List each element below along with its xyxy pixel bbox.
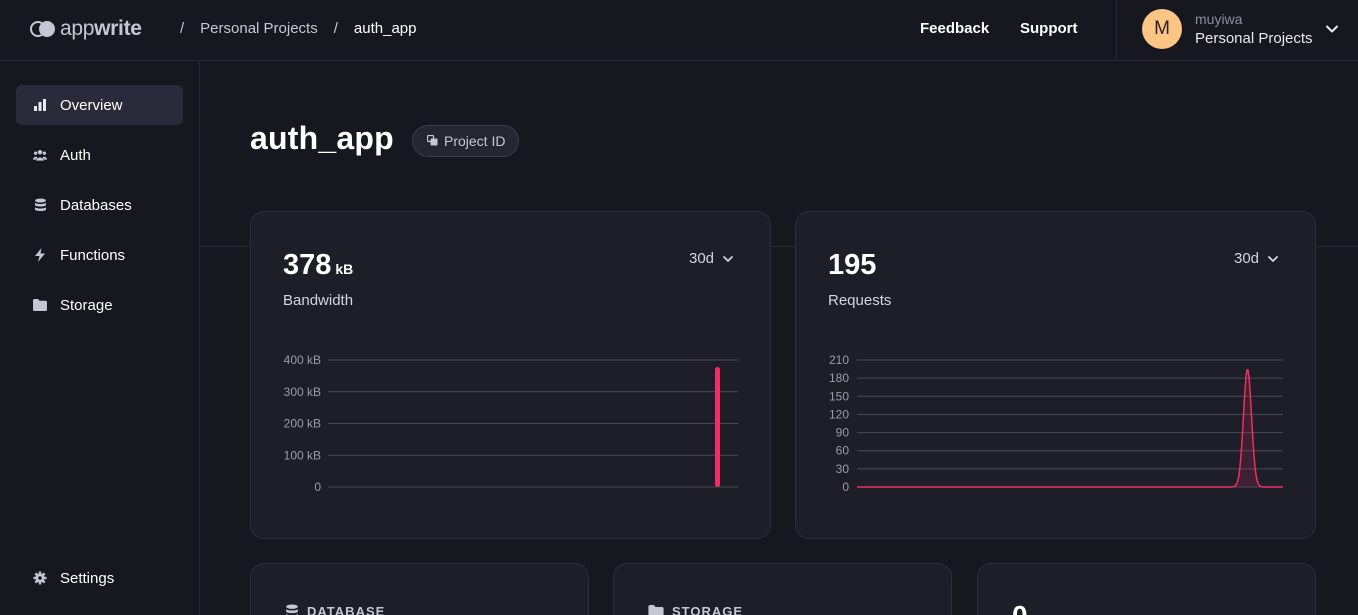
bandwidth-chart: 400 kB 300 kB 200 kB 100 kB 0 <box>284 353 738 494</box>
card-title-text: STORAGE <box>672 604 744 615</box>
metric-value: 0 <box>1012 600 1028 615</box>
database-card-title: DATABASE <box>285 604 385 615</box>
sidebar-item-label: Databases <box>60 196 132 214</box>
database-icon <box>33 198 47 212</box>
metric-card[interactable]: 0 <box>977 563 1316 615</box>
card-title-text: DATABASE <box>307 604 386 615</box>
folder-icon <box>648 605 664 615</box>
y-tick-label: 200 kB <box>284 417 321 431</box>
folder-icon <box>33 298 47 312</box>
sidebar-item-label: Auth <box>60 146 91 164</box>
user-organization: Personal Projects <box>1195 30 1313 47</box>
chevron-down-icon[interactable] <box>1325 22 1339 41</box>
breadcrumb-project[interactable]: auth_app <box>354 20 417 37</box>
y-tick-label: 90 <box>836 426 850 440</box>
y-tick-label: 300 kB <box>284 385 321 399</box>
sidebar-item-storage[interactable]: Storage <box>16 285 183 325</box>
sidebar-item-settings[interactable]: Settings <box>16 558 183 598</box>
y-tick-label: 30 <box>836 462 850 476</box>
project-id-label: Project ID <box>444 133 506 149</box>
breadcrumb: / Personal Projects / auth_app <box>180 20 416 37</box>
sidebar-item-functions[interactable]: Functions <box>16 235 183 275</box>
feedback-link[interactable]: Feedback <box>920 20 989 37</box>
sidebar-item-auth[interactable]: Auth <box>16 135 183 175</box>
sidebar-item-databases[interactable]: Databases <box>16 185 183 225</box>
support-link[interactable]: Support <box>1020 20 1078 37</box>
y-tick-label: 150 <box>829 389 849 403</box>
requests-card: 195 Requests 30d 210 180 150 120 90 60 30 0 <box>795 211 1316 539</box>
appwrite-logo[interactable]: appwrite <box>30 17 142 41</box>
breadcrumb-separator: / <box>333 20 338 37</box>
top-header: appwrite / Personal Projects / auth_app … <box>0 0 1358 61</box>
lightning-icon <box>33 248 47 262</box>
appwrite-logo-icon <box>30 20 56 38</box>
y-tick-label: 100 kB <box>284 448 321 462</box>
storage-card[interactable]: STORAGE <box>613 563 952 615</box>
users-icon <box>33 148 47 162</box>
user-name: muyiwa <box>1195 11 1243 27</box>
project-id-button[interactable]: Project ID <box>412 125 520 157</box>
y-tick-label: 0 <box>314 480 321 494</box>
sidebar-item-label: Overview <box>60 96 123 114</box>
storage-card-title: STORAGE <box>648 604 743 615</box>
database-card[interactable]: DATABASE <box>250 563 589 615</box>
requests-line <box>857 369 1283 488</box>
database-icon <box>286 604 298 615</box>
y-tick-label: 400 kB <box>284 353 321 367</box>
y-tick-label: 60 <box>836 444 850 458</box>
requests-chart: 210 180 150 120 90 60 30 0 <box>829 353 1283 494</box>
breadcrumb-separator: / <box>180 20 185 37</box>
bandwidth-card: 378 kB Bandwidth 30d 400 kB 300 kB 200 kB 10… <box>250 211 771 539</box>
y-tick-label: 210 <box>829 353 849 367</box>
bandwidth-bar <box>715 366 720 487</box>
avatar[interactable]: M <box>1142 9 1182 49</box>
page-title: auth_app <box>250 120 394 156</box>
y-tick-label: 0 <box>842 480 849 494</box>
y-tick-label: 180 <box>829 371 849 385</box>
breadcrumb-organization[interactable]: Personal Projects <box>200 20 318 37</box>
sidebar-item-overview[interactable]: Overview <box>16 85 183 125</box>
sidebar: Overview Auth Databases Functions Storag… <box>0 61 200 615</box>
copy-icon <box>426 133 438 149</box>
header-divider <box>1116 0 1117 61</box>
requests-area <box>857 370 1283 487</box>
sidebar-item-label: Functions <box>60 246 126 264</box>
logo-text: appwrite <box>60 17 142 40</box>
sidebar-item-label: Storage <box>60 296 113 314</box>
sidebar-item-label: Settings <box>60 569 115 587</box>
gear-icon <box>33 571 47 585</box>
bar-chart-icon <box>33 98 47 112</box>
y-tick-label: 120 <box>829 407 849 421</box>
